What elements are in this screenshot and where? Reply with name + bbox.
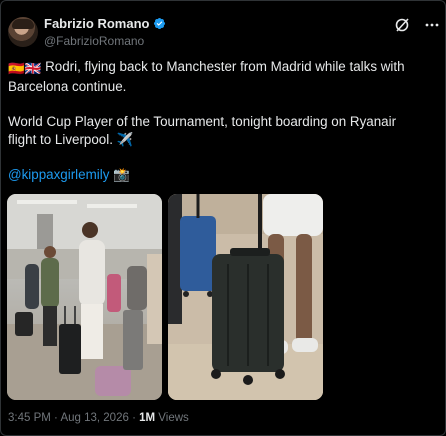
- luggage-close-up-photo[interactable]: [168, 194, 323, 400]
- tweet-date[interactable]: Aug 13, 2026: [60, 412, 128, 424]
- tweet-line-1: Rodri, flying back to Manchester from Ma…: [8, 59, 405, 94]
- tweet-line-2: World Cup Player of the Tournament, toni…: [8, 114, 397, 147]
- media-grid: [7, 194, 323, 400]
- tweet-paragraph-1: 🇪🇸🇬🇧 Rodri, flying back to Manchester fr…: [8, 58, 428, 96]
- tweet-meta: 3:45 PM · Aug 13, 2026 · 1M Views: [8, 412, 189, 424]
- views-label: Views: [158, 412, 189, 424]
- tweet-paragraph-3: @kippaxgirlemily 📸: [8, 166, 428, 184]
- tweet-time[interactable]: 3:45 PM: [8, 412, 51, 424]
- meta-separator-2: ·: [132, 412, 136, 424]
- meta-separator: ·: [54, 412, 58, 424]
- tweet-paragraph-2: World Cup Player of the Tournament, toni…: [8, 113, 428, 149]
- author-display-name[interactable]: Fabrizio Romano: [44, 16, 149, 31]
- verified-badge-icon: [154, 17, 166, 30]
- avatar[interactable]: [8, 17, 38, 47]
- author-handle[interactable]: @FabrizioRomano: [44, 34, 166, 48]
- author-block: Fabrizio Romano @FabrizioRomano: [44, 16, 166, 48]
- mention-link[interactable]: @kippaxgirlemily: [8, 167, 109, 182]
- more-icon[interactable]: [424, 17, 440, 33]
- header-actions: [394, 17, 440, 33]
- tweet-body: 🇪🇸🇬🇧 Rodri, flying back to Manchester fr…: [8, 58, 428, 184]
- tweet-header: Fabrizio Romano @FabrizioRomano: [8, 13, 440, 53]
- airplane-emoji: ✈️: [116, 132, 134, 147]
- grok-icon[interactable]: [394, 17, 410, 33]
- tweet-card: Fabrizio Romano @FabrizioRomano 🇪🇸🇬🇧 Rod…: [0, 0, 446, 436]
- author-name-row[interactable]: Fabrizio Romano: [44, 16, 166, 31]
- airport-terminal-photo[interactable]: [7, 194, 162, 400]
- flags-emoji: 🇪🇸🇬🇧: [8, 61, 42, 76]
- camera-emoji: 📸: [113, 167, 130, 182]
- views-count: 1M: [139, 412, 156, 424]
